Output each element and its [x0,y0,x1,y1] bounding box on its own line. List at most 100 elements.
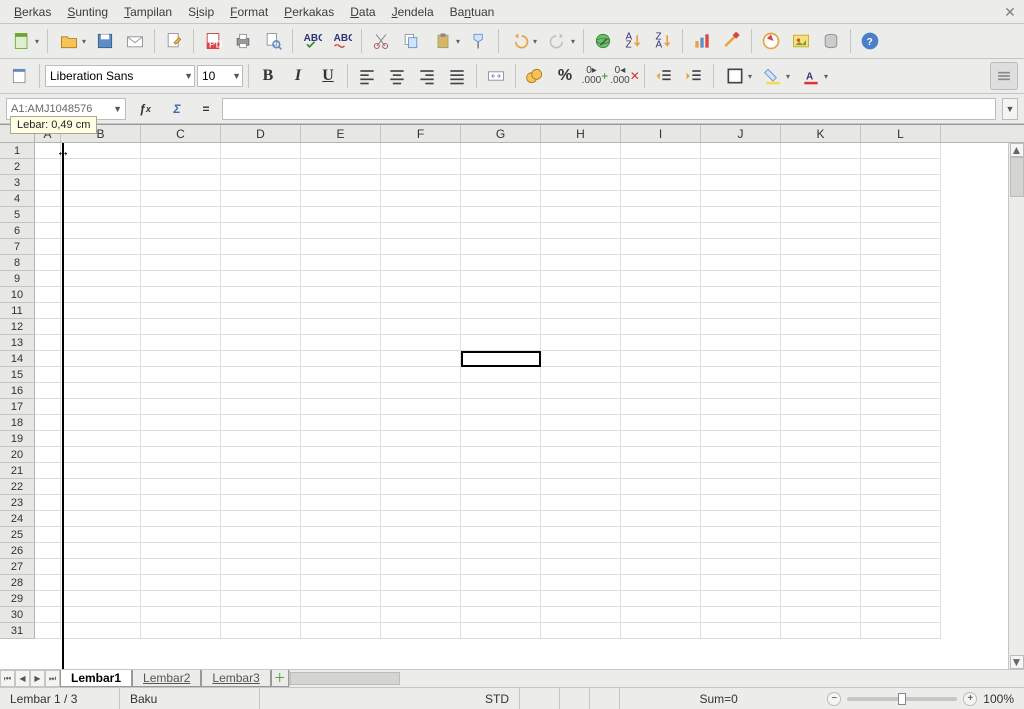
cell-J2[interactable] [701,159,781,175]
row-header-12[interactable]: 12 [0,319,35,335]
cell-A13[interactable] [35,335,61,351]
cell-H21[interactable] [541,463,621,479]
cell-B8[interactable] [61,255,141,271]
cell-A26[interactable] [35,543,61,559]
cell-E25[interactable] [301,527,381,543]
cell-L17[interactable] [861,399,941,415]
cell-E22[interactable] [301,479,381,495]
cell-E24[interactable] [301,511,381,527]
cell-K20[interactable] [781,447,861,463]
cell-L7[interactable] [861,239,941,255]
cell-B6[interactable] [61,223,141,239]
spellcheck-button[interactable]: ABC [298,27,326,55]
cell-D26[interactable] [221,543,301,559]
zoom-handle[interactable] [898,693,906,705]
cell-K31[interactable] [781,623,861,639]
cell-F14[interactable] [381,351,461,367]
row-header-30[interactable]: 30 [0,607,35,623]
font-size-input[interactable] [197,65,243,87]
redo-button[interactable] [542,27,578,55]
cell-J30[interactable] [701,607,781,623]
toolbar-options-button[interactable] [990,62,1018,90]
cell-G15[interactable] [461,367,541,383]
cell-K19[interactable] [781,431,861,447]
cell-J25[interactable] [701,527,781,543]
cell-C30[interactable] [141,607,221,623]
cell-G24[interactable] [461,511,541,527]
cell-K8[interactable] [781,255,861,271]
cell-H8[interactable] [541,255,621,271]
cell-I12[interactable] [621,319,701,335]
cell-F2[interactable] [381,159,461,175]
cell-K4[interactable] [781,191,861,207]
cell-J16[interactable] [701,383,781,399]
cell-B3[interactable] [61,175,141,191]
cell-F17[interactable] [381,399,461,415]
cell-J8[interactable] [701,255,781,271]
cell-H4[interactable] [541,191,621,207]
sort-asc-button[interactable]: AZ [619,27,647,55]
cell-K5[interactable] [781,207,861,223]
menu-bantuan[interactable]: Bantuan [442,2,503,22]
zoom-out-button[interactable]: − [827,692,841,706]
column-header-I[interactable]: I [621,125,701,142]
cell-G17[interactable] [461,399,541,415]
cell-B7[interactable] [61,239,141,255]
row-header-4[interactable]: 4 [0,191,35,207]
cell-L25[interactable] [861,527,941,543]
cell-J10[interactable] [701,287,781,303]
cell-B26[interactable] [61,543,141,559]
cell-F13[interactable] [381,335,461,351]
styles-button[interactable] [6,62,34,90]
cell-B28[interactable] [61,575,141,591]
status-selection-mode[interactable] [520,688,560,709]
cell-L14[interactable] [861,351,941,367]
cell-D18[interactable] [221,415,301,431]
cell-A5[interactable] [35,207,61,223]
cell-H18[interactable] [541,415,621,431]
cell-E30[interactable] [301,607,381,623]
cell-A16[interactable] [35,383,61,399]
cell-J18[interactable] [701,415,781,431]
row-header-25[interactable]: 25 [0,527,35,543]
cell-E31[interactable] [301,623,381,639]
cell-B22[interactable] [61,479,141,495]
cell-K12[interactable] [781,319,861,335]
cell-C9[interactable] [141,271,221,287]
cell-I17[interactable] [621,399,701,415]
zoom-slider[interactable] [847,697,957,701]
cell-C28[interactable] [141,575,221,591]
chart-button[interactable] [688,27,716,55]
vscroll-thumb[interactable] [1010,157,1024,197]
cell-C20[interactable] [141,447,221,463]
percent-button[interactable]: % [551,62,579,90]
column-header-D[interactable]: D [221,125,301,142]
cell-H28[interactable] [541,575,621,591]
cell-F19[interactable] [381,431,461,447]
hyperlink-button[interactable] [589,27,617,55]
cell-G23[interactable] [461,495,541,511]
row-header-13[interactable]: 13 [0,335,35,351]
cell-K18[interactable] [781,415,861,431]
cell-B30[interactable] [61,607,141,623]
cell-L18[interactable] [861,415,941,431]
row-header-22[interactable]: 22 [0,479,35,495]
cell-E11[interactable] [301,303,381,319]
row-header-20[interactable]: 20 [0,447,35,463]
cell-A10[interactable] [35,287,61,303]
cell-J6[interactable] [701,223,781,239]
cell-B10[interactable] [61,287,141,303]
cell-A21[interactable] [35,463,61,479]
cell-L24[interactable] [861,511,941,527]
cell-G27[interactable] [461,559,541,575]
row-header-17[interactable]: 17 [0,399,35,415]
row-header-3[interactable]: 3 [0,175,35,191]
cell-C11[interactable] [141,303,221,319]
cell-K3[interactable] [781,175,861,191]
cell-G20[interactable] [461,447,541,463]
cell-A6[interactable] [35,223,61,239]
zoom-control[interactable]: − + 100% [817,692,1024,706]
tab-nav-last[interactable]: ⏭ [45,670,60,687]
cell-A17[interactable] [35,399,61,415]
close-document-icon[interactable]: ✕ [1002,4,1018,20]
